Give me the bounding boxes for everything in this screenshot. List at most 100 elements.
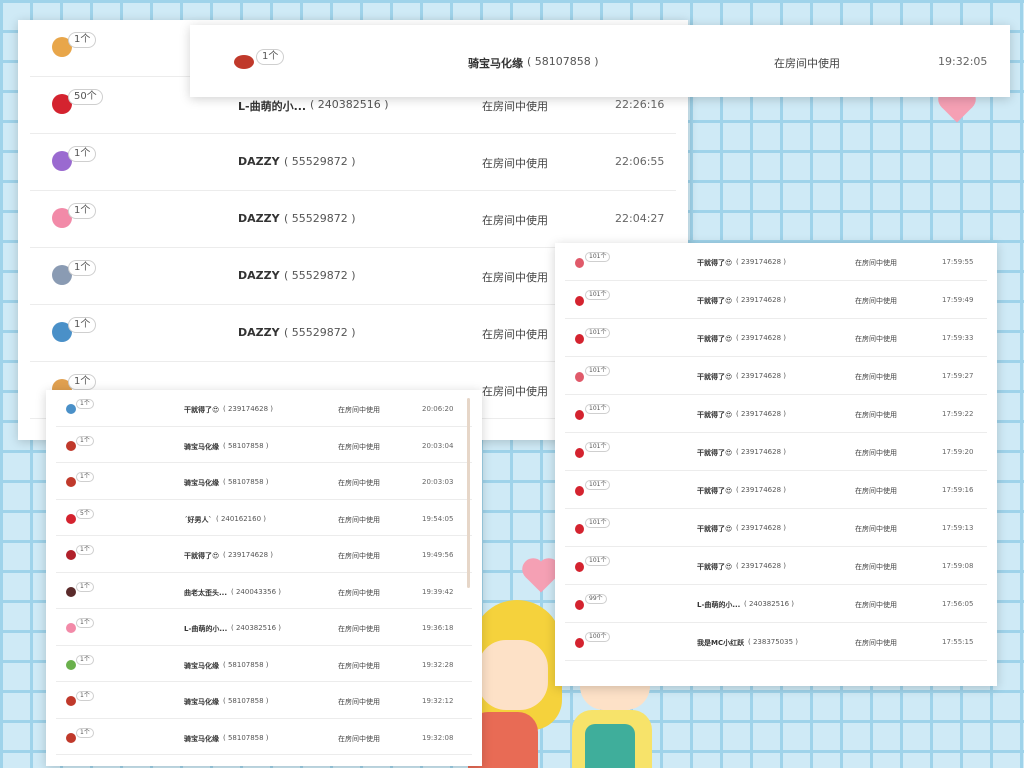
sender-id: ( 239174628 ) — [223, 551, 273, 559]
usage-status: 在房间中使用 — [482, 100, 548, 113]
gift-record-row: 1个 骑宝马化缘 ( 58107858 ) 在房间中使用 20:03:04 — [56, 427, 472, 463]
sender-name: 干就得了😍 — [697, 335, 733, 343]
gift-count-badge: 1个 — [68, 260, 97, 276]
gift-record-row: 101个 干就得了😍( 239174628 ) 在房间中使用 17:59:08 — [565, 547, 987, 585]
usage-status: 在房间中使用 — [338, 588, 380, 597]
gift-count-badge: 101个 — [585, 404, 611, 414]
sender-name: DAZZY — [238, 212, 280, 225]
gift-record-row: 5个 ˊ好男人ˋ ( 240162160 ) 在房间中使用 19:54:05 — [56, 500, 472, 536]
gift-record-row: 1个 干就得了😍( 239174628 ) 在房间中使用 19:49:56 — [56, 536, 472, 573]
sender-name: 骑宝马化缘 — [184, 734, 219, 743]
gift-count-badge: 1个 — [68, 317, 97, 333]
rose-gift-icon — [575, 486, 584, 496]
gift-count-badge: 1个 — [76, 435, 94, 446]
sender-id: ( 239174628 ) — [736, 448, 786, 456]
usage-status: 在房间中使用 — [855, 373, 897, 381]
timestamp: 20:03:03 — [422, 478, 454, 486]
sender-id: ( 239174628 ) — [736, 334, 786, 342]
timestamp: 17:59:55 — [942, 258, 974, 266]
sender-name: 骑宝马化缘 — [184, 442, 219, 451]
gift-count-badge: 101个 — [585, 252, 611, 262]
timestamp: 22:06:55 — [615, 155, 665, 168]
sender-id: ( 58107858 ) — [223, 697, 269, 705]
rose-gift-icon — [575, 410, 584, 420]
usage-status: 在房间中使用 — [338, 406, 380, 414]
usage-status: 在房间中使用 — [855, 601, 897, 609]
gift-record-row: 1个 曲老太歪头... ( 240043356 ) 在房间中使用 19:39:42 — [56, 573, 472, 609]
sender-name: 干就得了😍 — [697, 373, 733, 381]
gift-count-badge: 1个 — [76, 727, 94, 738]
usage-status: 在房间中使用 — [855, 411, 897, 419]
gift-record-row: 101个干就得了😍( 239174628 ) 在房间中使用 17:59:55 — [565, 243, 987, 281]
heart-card-gift-icon — [66, 623, 76, 633]
gift-count-badge: 1个 — [68, 146, 97, 162]
timestamp: 17:59:16 — [942, 486, 974, 494]
timestamp: 22:04:27 — [615, 212, 665, 225]
gift-count-badge: 50个 — [68, 89, 103, 105]
sender-id: ( 58107858 ) — [223, 478, 269, 486]
usage-status: 在房间中使用 — [855, 259, 897, 267]
gift-record-row: 1个 DAZZY ( 55529872 ) 在房间中使用 22:04:27 — [30, 191, 676, 248]
sender-name: 我是MC小红跃 — [697, 639, 745, 647]
sender-name: 干就得了😍 — [697, 525, 733, 533]
rose-gift-icon — [575, 296, 584, 306]
usage-status: 在房间中使用 — [855, 563, 897, 571]
timestamp: 17:56:05 — [942, 600, 974, 608]
rose-gift-icon — [575, 372, 584, 382]
sender-name: 干就得了😍 — [184, 406, 220, 414]
carriage-gift-icon — [66, 696, 76, 706]
gift-count-badge: 1个 — [76, 691, 94, 701]
sender-name: 干就得了😍 — [697, 487, 733, 495]
carriage-gift-icon — [66, 477, 76, 487]
rose-gift-icon — [575, 448, 584, 458]
sender-id: ( 239174628 ) — [736, 524, 786, 532]
gift-record-panel-top: 1个 骑宝马化缘 ( 58107858 ) 在房间中使用 19:32:05 — [190, 25, 1010, 97]
timestamp: 20:06:20 — [422, 405, 454, 413]
usage-status: 在房间中使用 — [482, 157, 548, 170]
gift-count-badge: 101个 — [585, 480, 611, 490]
cartoon-boy-face — [580, 686, 650, 710]
sender-name: DAZZY — [238, 155, 280, 168]
sender-name: L-曲萌的小... — [184, 625, 228, 633]
sender-name: L-曲萌的小... — [697, 601, 741, 609]
gift-count-badge: 1个 — [68, 374, 97, 390]
gift-count-badge: 1个 — [76, 472, 94, 482]
gift-record-panel-left: 1个 干就得了😍( 239174628 ) 在房间中使用 20:06:20 1个 骑宝马化… — [46, 390, 482, 766]
gift-count-badge: 1个 — [76, 545, 94, 555]
sender-name: 曲老太歪头... — [184, 588, 227, 597]
timestamp: 17:59:33 — [942, 334, 974, 342]
sender-id: ( 240382516 ) — [310, 98, 389, 111]
rose-gift-icon — [575, 562, 584, 572]
usage-status: 在房间中使用 — [338, 625, 380, 633]
sender-name: 骑宝马化缘 — [468, 57, 523, 70]
sender-id: ( 239174628 ) — [223, 405, 273, 413]
rose-gift-icon — [575, 258, 584, 268]
sender-id: ( 239174628 ) — [736, 258, 786, 266]
sender-id: ( 238375035 ) — [748, 638, 798, 646]
usage-status: 在房间中使用 — [482, 328, 548, 341]
gift-count-badge: 101个 — [585, 290, 611, 300]
gift-record-row: 1个 骑宝马化缘 ( 58107858 ) 在房间中使用 19:32:05 — [190, 25, 1010, 97]
sender-id: ( 239174628 ) — [736, 296, 786, 304]
gift-record-row: 101个 干就得了😍( 239174628 ) 在房间中使用 17:59:27 — [565, 357, 987, 395]
gift-record-row: 1个 DAZZY ( 55529872 ) 在房间中使用 22:06:55 — [30, 134, 676, 191]
carriage-gift-icon — [66, 440, 76, 451]
gift-count-badge: 1个 — [68, 203, 97, 219]
gift-count-badge: 101个 — [585, 518, 611, 528]
rose-gift-icon — [575, 524, 584, 534]
gift-count-badge: 1个 — [76, 581, 94, 592]
timestamp: 19:32:05 — [938, 55, 988, 68]
gift-count-badge: 1个 — [256, 49, 285, 65]
sender-name: 干就得了😍 — [697, 259, 733, 267]
sender-name: 干就得了😍 — [184, 552, 220, 560]
scrollbar[interactable] — [467, 398, 470, 588]
timestamp: 17:55:15 — [942, 638, 974, 646]
usage-status: 在房间中使用 — [338, 661, 380, 670]
sender-name: 干就得了😍 — [697, 297, 733, 305]
timestamp: 19:54:05 — [422, 514, 454, 523]
gift-count-badge: 1个 — [76, 654, 94, 665]
heart-decoration-icon — [525, 561, 557, 593]
usage-status: 在房间中使用 — [774, 57, 840, 70]
sender-name: L-曲萌的小... — [238, 100, 307, 113]
gift-record-row: 101个 干就得了😍( 239174628 ) 在房间中使用 17:59:16 — [565, 471, 987, 509]
